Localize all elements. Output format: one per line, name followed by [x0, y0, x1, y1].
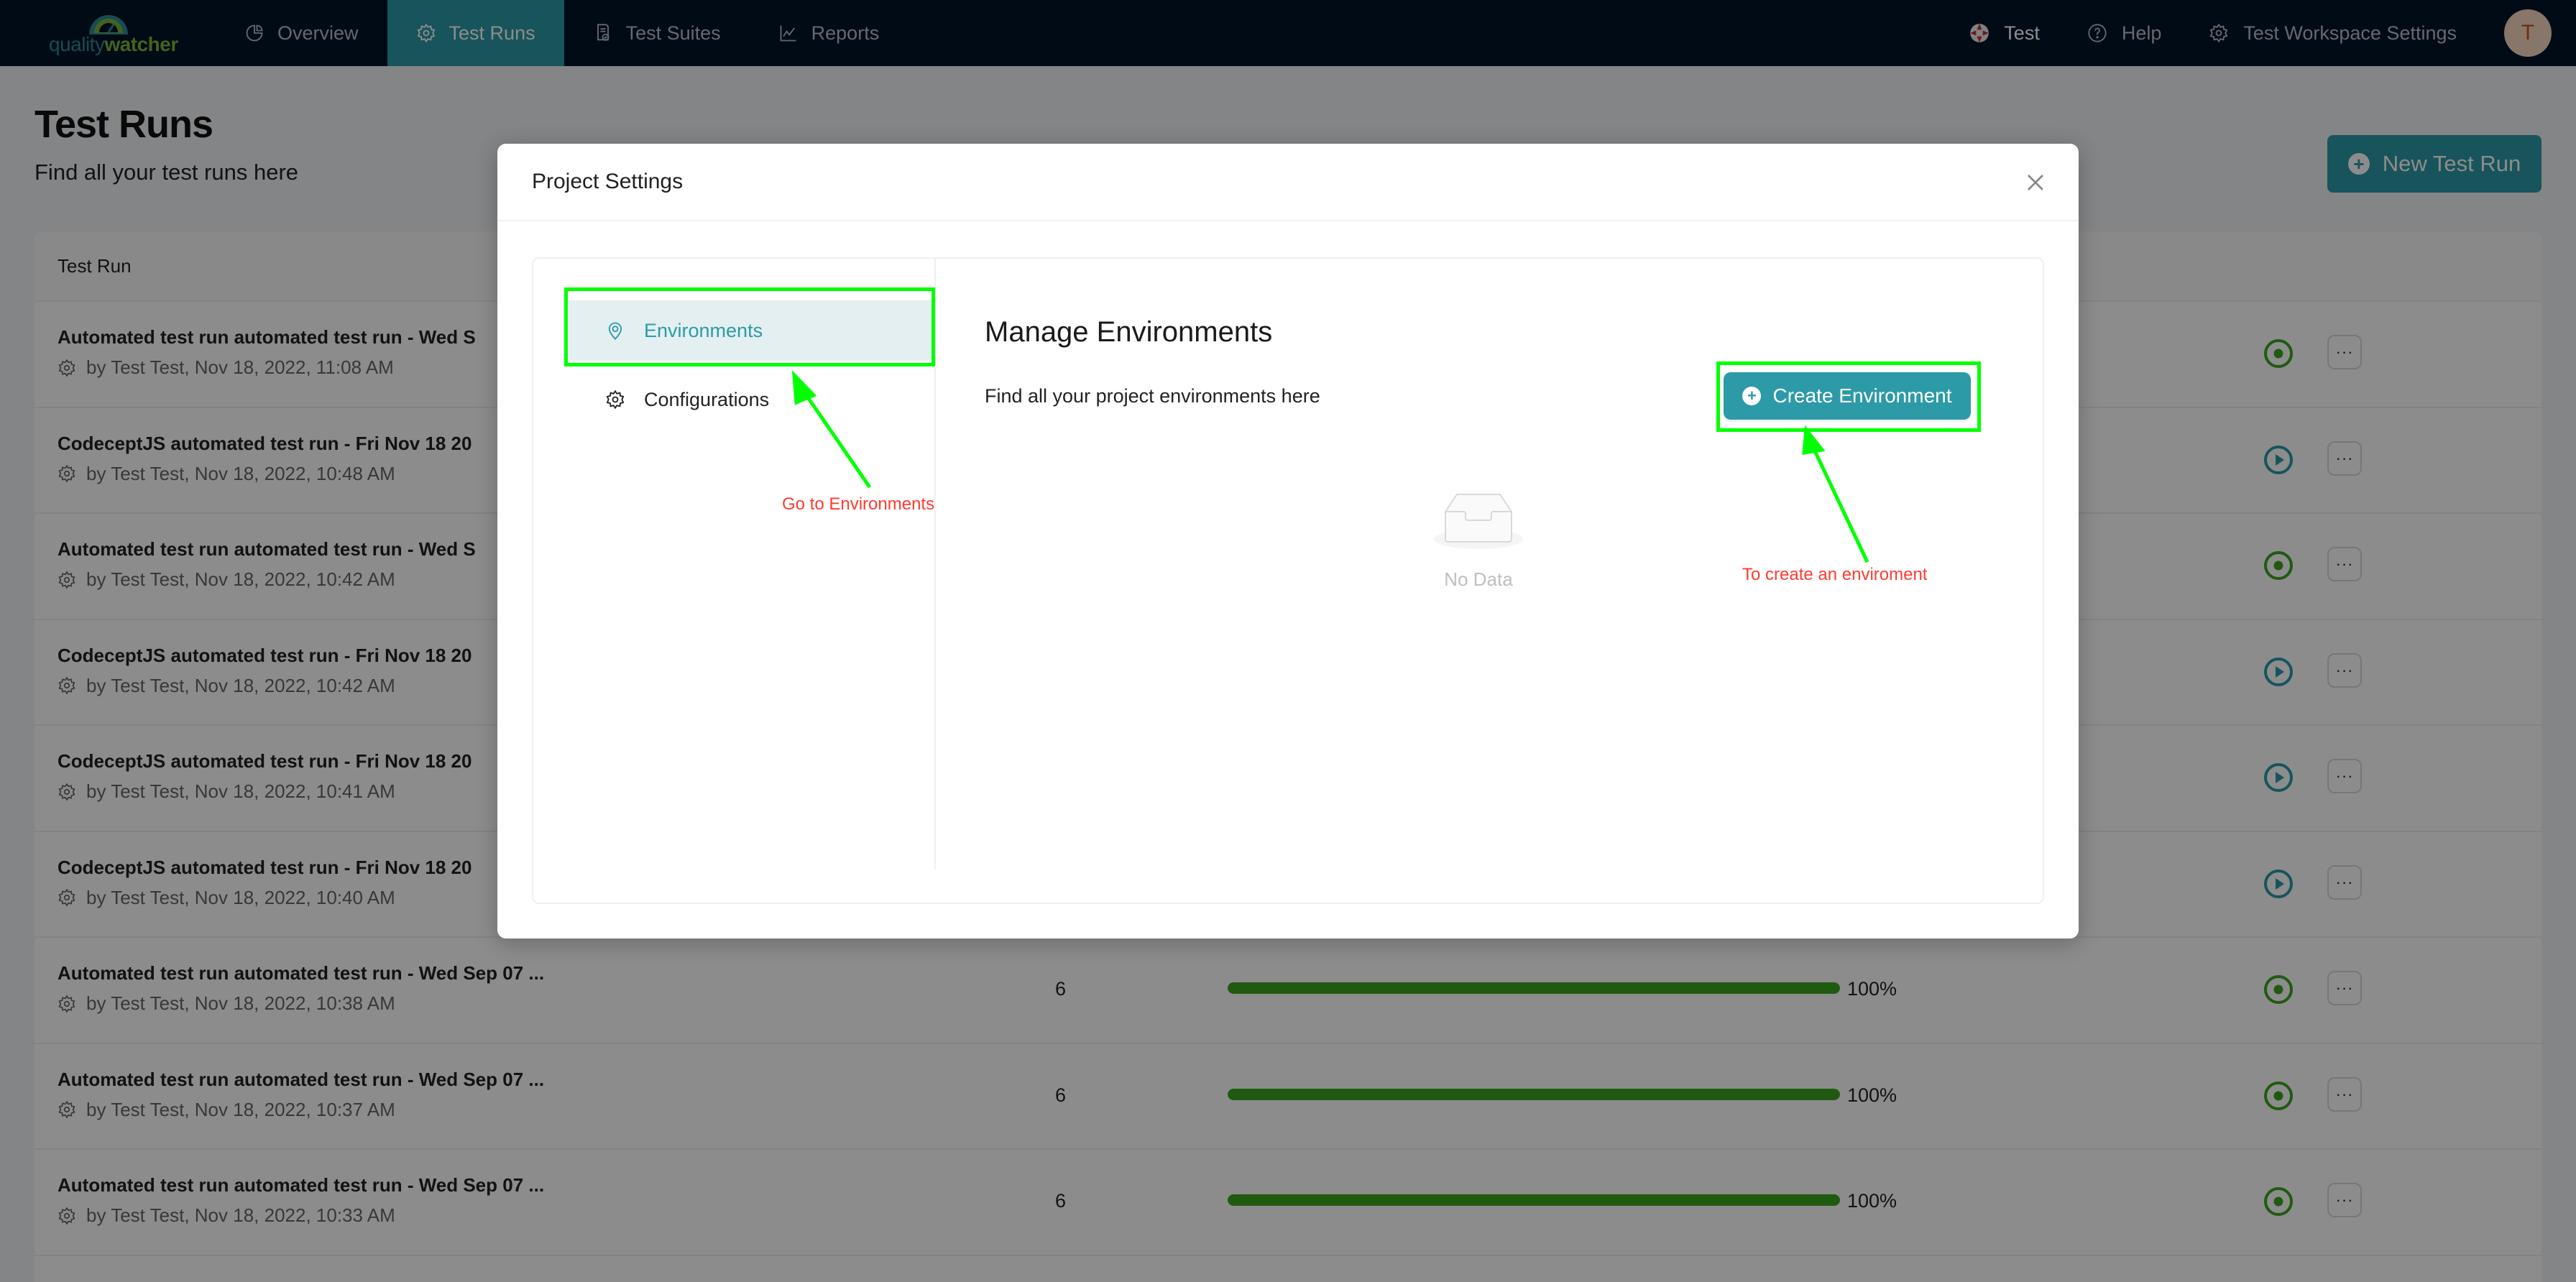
- modal-header: Project Settings: [497, 144, 2079, 221]
- nav-overlay-dim: [0, 0, 2576, 66]
- project-settings-modal: Project Settings Environments Configurat…: [497, 144, 2079, 939]
- content-title: Manage Environments: [985, 316, 1273, 348]
- menu-label: Environments: [644, 319, 763, 341]
- create-environment-label: Create Environment: [1772, 384, 1952, 407]
- menu-item-configurations[interactable]: Configurations: [569, 369, 933, 430]
- menu-item-environments[interactable]: Environments: [569, 300, 933, 361]
- annotation-create-environment: To create an enviroment: [1742, 565, 1928, 584]
- close-icon[interactable]: [2021, 168, 2050, 197]
- menu-label: Configurations: [644, 388, 770, 410]
- empty-state-text: No Data: [1444, 568, 1513, 590]
- location-pin-icon: [608, 322, 622, 340]
- annotation-go-to-environments: Go to Environments: [782, 494, 935, 514]
- modal-title: Project Settings: [532, 170, 684, 193]
- create-environment-button[interactable]: + Create Environment: [1724, 372, 1971, 420]
- empty-inbox-icon: [1434, 494, 1523, 549]
- gear-icon: [606, 389, 625, 410]
- settings-menu: Environments Configurations: [533, 259, 936, 870]
- plus-circle-icon: +: [1742, 387, 1762, 405]
- empty-state: No Data: [1417, 481, 1540, 591]
- content-subtitle: Find all your project environments here: [985, 385, 1320, 407]
